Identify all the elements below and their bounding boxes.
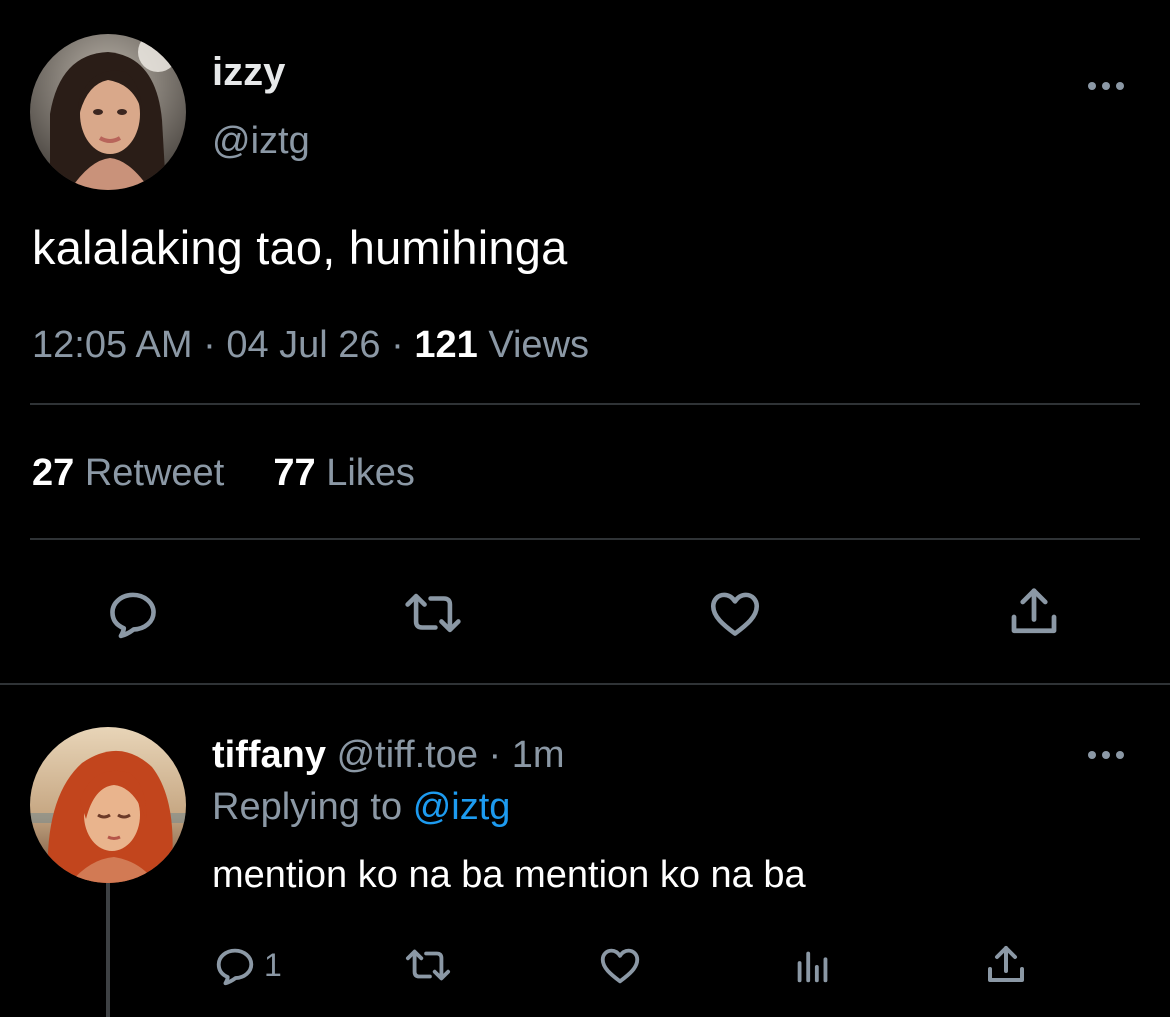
analytics-icon	[797, 951, 828, 983]
divider	[30, 538, 1140, 540]
replying-to-mention[interactable]: @iztg	[413, 786, 511, 828]
tweet-detail-view: izzy @iztg kalalaking tao, humihinga 12:…	[0, 0, 1170, 1017]
reply-author-handle[interactable]: @tiff.toe	[337, 734, 478, 776]
tweet-date: 04 Jul 26	[226, 324, 381, 366]
likes-count: 77	[273, 452, 316, 494]
avatar[interactable]	[30, 727, 186, 883]
avatar-image	[30, 34, 186, 190]
heart-icon	[710, 592, 760, 636]
more-options-icon[interactable]	[1088, 80, 1124, 92]
tweet-text: kalalaking tao, humihinga	[32, 221, 568, 274]
analytics-button[interactable]	[790, 942, 836, 988]
retweet-stat[interactable]: 27 Retweet	[32, 452, 235, 494]
avatar-image	[30, 727, 186, 883]
like-button[interactable]	[597, 942, 643, 988]
thread-line	[106, 883, 110, 1017]
retweet-icon	[405, 949, 451, 981]
tweet-meta: 12:05 AM · 04 Jul 26 · 121 Views	[32, 320, 589, 370]
author-name[interactable]: izzy	[212, 46, 285, 98]
reply-count: 1	[264, 947, 282, 983]
views-label: Views	[488, 324, 590, 366]
reply-time: 1m	[511, 734, 565, 776]
reply-icon	[216, 948, 254, 986]
more-options-icon[interactable]	[1088, 749, 1124, 761]
author-handle[interactable]: @iztg	[212, 116, 310, 166]
meta-separator: ·	[488, 734, 502, 776]
retweet-button[interactable]	[400, 942, 456, 988]
reply-icon	[110, 592, 156, 639]
divider	[0, 683, 1170, 685]
reply-text: mention ko na ba mention ko na ba	[212, 854, 806, 896]
reply-button[interactable]: 1	[212, 942, 282, 988]
share-button[interactable]	[982, 941, 1030, 989]
heart-icon	[600, 948, 640, 984]
tweet-time: 12:05 AM	[32, 324, 193, 366]
views-count: 121	[414, 324, 478, 366]
retweet-button[interactable]	[398, 584, 468, 642]
avatar[interactable]	[30, 34, 186, 190]
meta-separator: ·	[203, 324, 216, 366]
retweet-icon	[405, 593, 461, 633]
reply-header: tiffany @tiff.toe · 1m	[212, 730, 565, 780]
retweet-label: Retweet	[84, 452, 225, 494]
likes-label: Likes	[326, 452, 415, 494]
tweet-stats: 27 Retweet 77 Likes	[32, 447, 415, 499]
reply-author-name[interactable]: tiffany	[212, 734, 326, 776]
meta-separator: ·	[391, 324, 404, 366]
divider	[30, 403, 1140, 405]
replying-to-label: Replying to	[212, 786, 403, 828]
replying-to: Replying to @iztg	[212, 782, 510, 832]
reply-button[interactable]	[104, 584, 162, 642]
retweet-count: 27	[32, 452, 75, 494]
share-icon	[1011, 588, 1057, 634]
share-button[interactable]	[1004, 582, 1064, 642]
like-button[interactable]	[706, 584, 764, 642]
share-icon	[988, 946, 1024, 982]
likes-stat[interactable]: 77 Likes	[273, 452, 415, 494]
